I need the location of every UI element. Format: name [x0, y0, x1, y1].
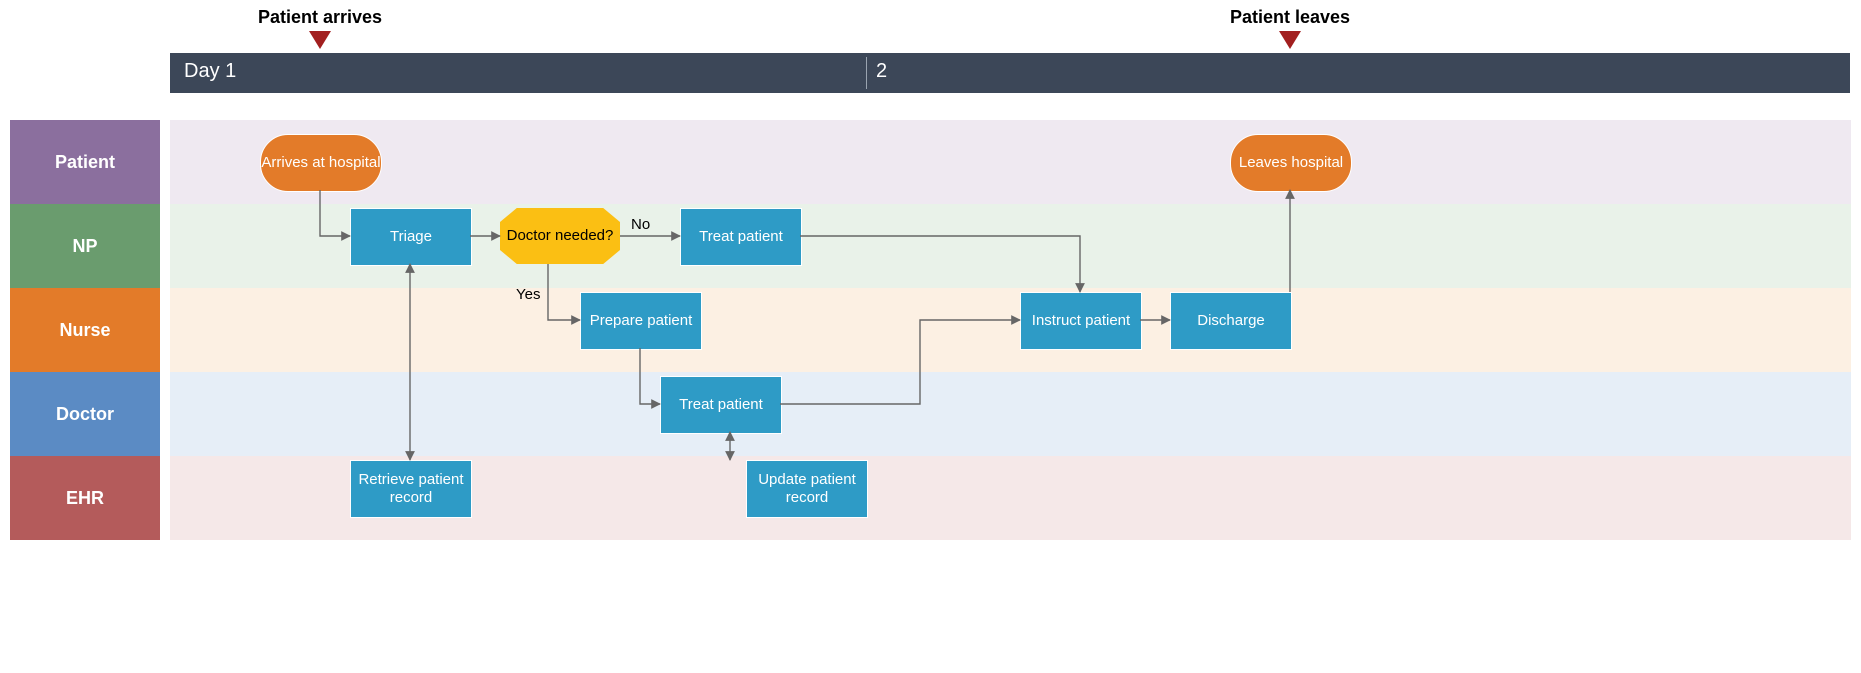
- lane-band-doctor: [170, 372, 1851, 456]
- lane-label-ehr: EHR: [10, 456, 160, 540]
- shape-label: Arrives at hospital: [261, 154, 380, 172]
- lane-label-nurse: Nurse: [10, 288, 160, 372]
- timeline-marker-leaves: Patient leaves: [1215, 7, 1365, 28]
- lane-label-doctor: Doctor: [10, 372, 160, 456]
- triangle-down-icon: [1279, 31, 1301, 49]
- shape-label: Retrieve patient record: [351, 471, 471, 507]
- timeline-day-1: Day 1: [184, 60, 236, 83]
- shape-label: Discharge: [1197, 312, 1265, 330]
- process-treat-doctor: Treat patient: [660, 376, 782, 434]
- shape-label: Prepare patient: [590, 312, 693, 330]
- shape-label: Doctor needed?: [507, 227, 614, 245]
- terminator-arrives: Arrives at hospital: [260, 134, 382, 192]
- process-update: Update patient record: [746, 460, 868, 518]
- edge-label-no: No: [631, 216, 650, 233]
- process-treat-np: Treat patient: [680, 208, 802, 266]
- timeline-bar: Day 1 2: [170, 53, 1850, 93]
- triangle-down-icon: [309, 31, 331, 49]
- shape-label: Treat patient: [699, 228, 783, 246]
- shape-label: Leaves hospital: [1239, 154, 1343, 172]
- timeline-marker-arrives: Patient arrives: [245, 7, 395, 28]
- timeline-day-2: 2: [876, 60, 887, 83]
- timeline-divider: [866, 57, 867, 89]
- lane-label-patient: Patient: [10, 120, 160, 204]
- lane-band-patient: [170, 120, 1851, 204]
- shape-label: Update patient record: [747, 471, 867, 507]
- process-prepare: Prepare patient: [580, 292, 702, 350]
- shape-label: Triage: [390, 228, 432, 246]
- process-discharge: Discharge: [1170, 292, 1292, 350]
- process-triage: Triage: [350, 208, 472, 266]
- lane-label-np: NP: [10, 204, 160, 288]
- decision-doctor-needed: Doctor needed?: [500, 208, 620, 264]
- process-retrieve: Retrieve patient record: [350, 460, 472, 518]
- lane-band-nurse: [170, 288, 1851, 372]
- edge-label-yes: Yes: [516, 286, 540, 303]
- shape-label: Instruct patient: [1032, 312, 1130, 330]
- shape-label: Treat patient: [679, 396, 763, 414]
- terminator-leaves: Leaves hospital: [1230, 134, 1352, 192]
- process-instruct: Instruct patient: [1020, 292, 1142, 350]
